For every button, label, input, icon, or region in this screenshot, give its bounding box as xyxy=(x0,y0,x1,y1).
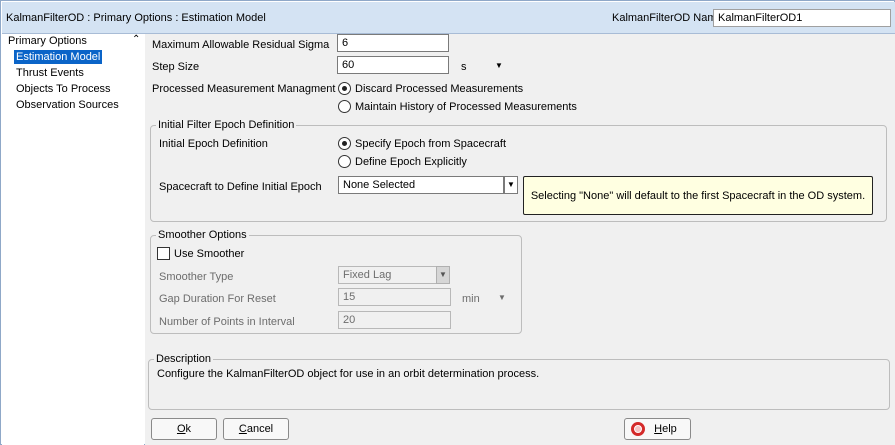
description-title: Description xyxy=(154,353,214,365)
tree-item-objects-to-process[interactable]: Objects To Process xyxy=(14,82,113,96)
use-smoother-checkbox[interactable] xyxy=(157,247,170,260)
spacecraft-epoch-select[interactable]: None Selected xyxy=(338,176,504,194)
step-size-label: Step Size xyxy=(152,61,200,73)
cancel-mnemonic: C xyxy=(238,423,247,435)
object-name-input[interactable]: KalmanFilterOD1 xyxy=(713,9,891,27)
title-bar: KalmanFilterOD : Primary Options : Estim… xyxy=(2,2,895,34)
ok-label-rest: k xyxy=(185,423,192,435)
cancel-label-rest: ancel xyxy=(246,423,274,435)
initial-epoch-group-title: Initial Filter Epoch Definition xyxy=(156,119,297,131)
tree-item-observation-sources[interactable]: Observation Sources xyxy=(14,98,121,112)
step-size-unit: s xyxy=(461,61,467,73)
window-title: KalmanFilterOD : Primary Options : Estim… xyxy=(6,12,266,24)
description-text: Configure the KalmanFilterOD object for … xyxy=(157,368,540,380)
gap-duration-unit: min xyxy=(462,293,480,305)
options-panel: Maximum Allowable Residual Sigma 6 Step … xyxy=(145,34,895,445)
help-label-rest: elp xyxy=(662,423,677,435)
options-tree: Primary Options ⌃ Estimation Model Thrus… xyxy=(2,34,144,445)
description-group xyxy=(148,359,890,410)
epoch-from-spacecraft-radio[interactable] xyxy=(338,137,351,150)
epoch-explicit-label: Define Epoch Explicitly xyxy=(355,156,467,168)
smoother-type-dropdown-icon[interactable]: ▼ xyxy=(436,266,450,284)
maintain-history-label: Maintain History of Processed Measuremen… xyxy=(355,101,577,113)
tree-item-estimation-model[interactable]: Estimation Model xyxy=(14,50,103,64)
max-residual-label: Maximum Allowable Residual Sigma xyxy=(152,39,330,51)
cancel-button[interactable]: Cancel xyxy=(223,418,289,440)
spacecraft-none-note: Selecting "None" will default to the fir… xyxy=(523,176,873,215)
maintain-history-radio[interactable] xyxy=(338,100,351,113)
help-mnemonic: H xyxy=(654,423,663,435)
max-residual-input[interactable]: 6 xyxy=(337,34,449,52)
tree-root-primary-options[interactable]: Primary Options xyxy=(6,34,89,48)
unit-dropdown-icon[interactable]: ▼ xyxy=(495,61,503,70)
use-smoother-label: Use Smoother xyxy=(174,248,245,260)
gap-unit-dropdown-icon[interactable]: ▼ xyxy=(498,293,506,302)
spacecraft-dropdown-icon[interactable]: ▼ xyxy=(504,176,518,194)
processed-measurement-label: Processed Measurement Managment xyxy=(152,83,336,95)
spacecraft-epoch-label: Spacecraft to Define Initial Epoch xyxy=(159,181,322,193)
gap-duration-input[interactable]: 15 xyxy=(338,288,451,306)
points-interval-label: Number of Points in Interval xyxy=(159,316,295,328)
gap-duration-label: Gap Duration For Reset xyxy=(159,293,276,305)
help-button[interactable]: Help xyxy=(624,418,691,440)
points-interval-input[interactable]: 20 xyxy=(338,311,451,329)
smoother-type-select[interactable]: Fixed Lag xyxy=(338,266,437,284)
initial-epoch-definition-label: Initial Epoch Definition xyxy=(159,138,268,150)
smoother-type-label: Smoother Type xyxy=(159,271,234,283)
object-name-label: KalmanFilterOD Name xyxy=(612,12,723,24)
ok-button[interactable]: Ok xyxy=(151,418,217,440)
epoch-from-spacecraft-label: Specify Epoch from Spacecraft xyxy=(355,138,507,150)
lifebuoy-icon xyxy=(631,422,645,436)
collapse-icon[interactable]: ⌃ xyxy=(132,34,140,45)
ok-mnemonic: O xyxy=(176,423,186,435)
tree-item-thrust-events[interactable]: Thrust Events xyxy=(14,66,86,80)
epoch-explicit-radio[interactable] xyxy=(338,155,351,168)
discard-processed-label: Discard Processed Measurements xyxy=(355,83,524,95)
step-size-input[interactable]: 60 xyxy=(337,56,449,74)
window-frame: KalmanFilterOD : Primary Options : Estim… xyxy=(0,0,895,445)
smoother-options-group-title: Smoother Options xyxy=(156,229,249,241)
discard-processed-radio[interactable] xyxy=(338,82,351,95)
